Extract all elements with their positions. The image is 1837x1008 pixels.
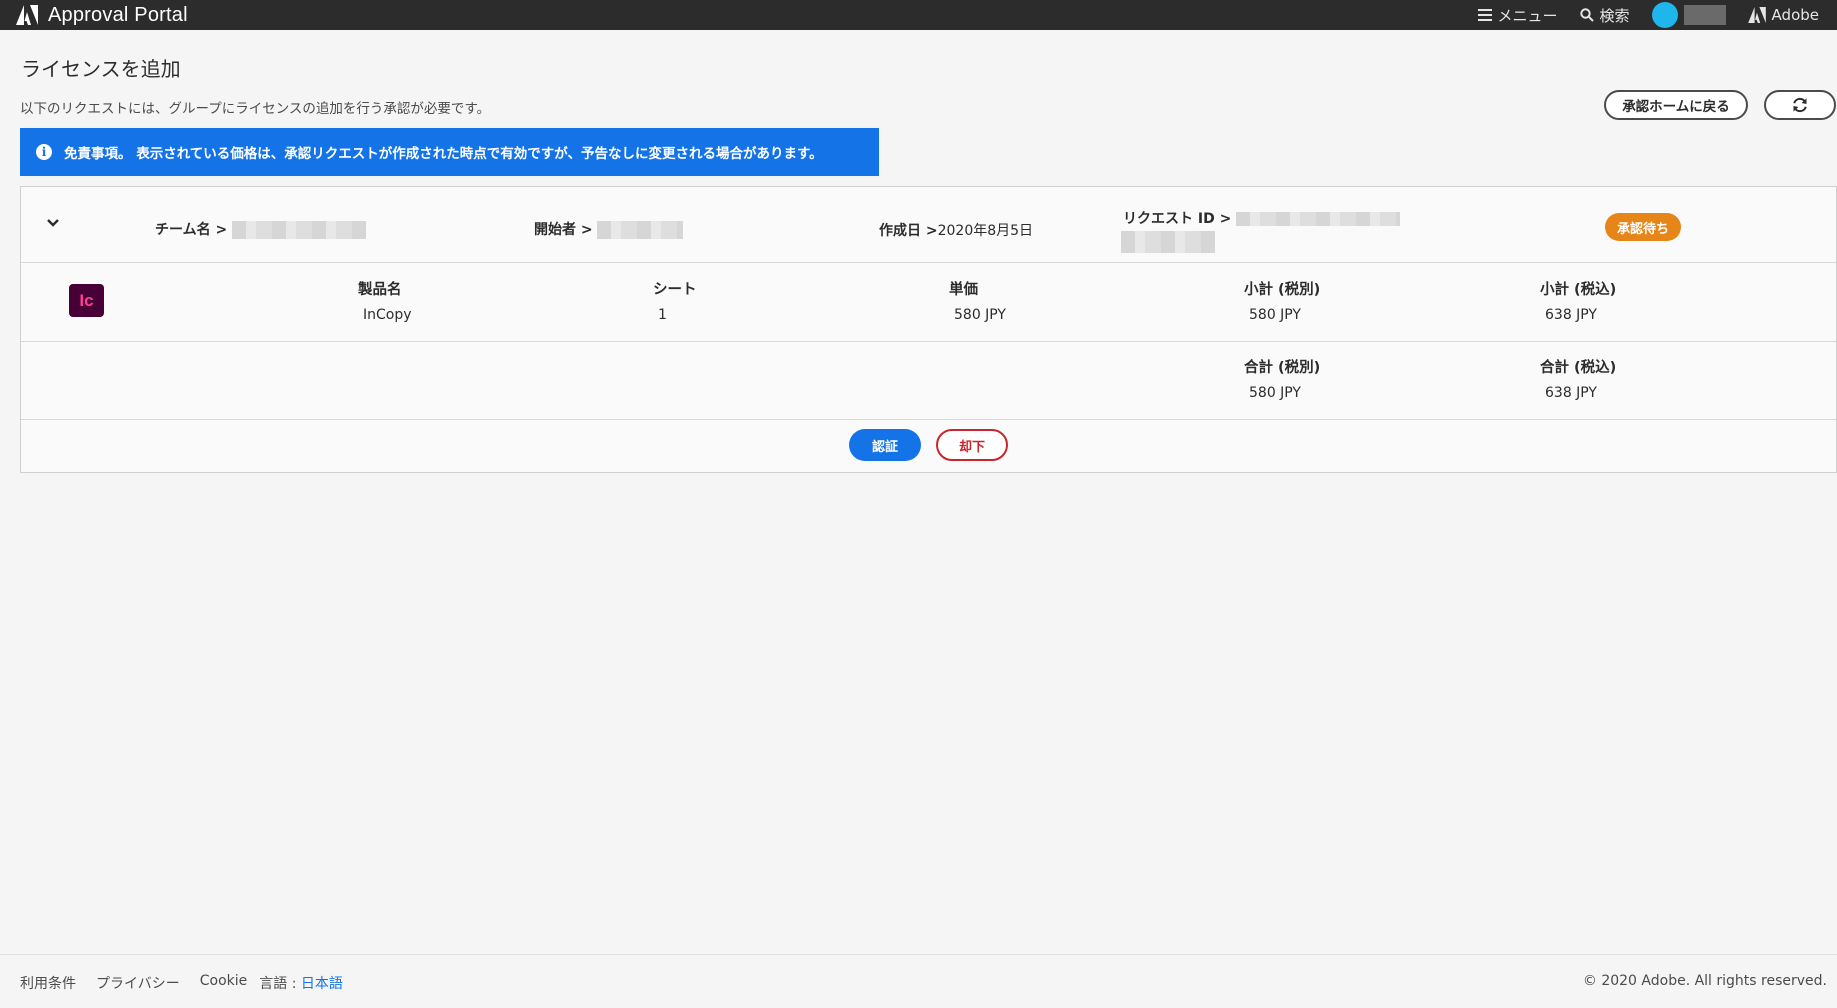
user-name-redacted: [1683, 5, 1726, 25]
product-name-value: InCopy: [363, 307, 412, 323]
product-row: Ic 製品名 InCopy シート 1 単価 580 JPY 小計 (税別) 5…: [21, 263, 1836, 342]
top-bar: Approval Portal メニュー 検索 Adobe: [0, 0, 1837, 30]
subtotal-excl-value: 580 JPY: [1249, 307, 1301, 323]
created-date-label: 作成日 >: [879, 223, 938, 239]
total-incl-value: 638 JPY: [1545, 385, 1597, 401]
app-title: Approval Portal: [48, 3, 188, 26]
adobe-logo-small-icon: [1747, 7, 1766, 23]
request-id-label: リクエスト ID >: [1123, 211, 1232, 227]
request-header: チーム名 > 開始者 > 作成日 >2020年8月5日 リクエスト ID > 承…: [21, 187, 1836, 263]
page-title: ライセンスを追加: [21, 57, 181, 81]
subtotal-excl-header: 小計 (税別): [1244, 282, 1321, 298]
back-to-approvals-button[interactable]: 承認ホームに戻る: [1604, 90, 1748, 120]
search-label: 検索: [1599, 6, 1630, 25]
brand[interactable]: Approval Portal: [16, 0, 188, 30]
cookie-link[interactable]: Cookie: [200, 973, 248, 993]
avatar: [1651, 2, 1678, 28]
product-name-header: 製品名: [358, 282, 402, 298]
subtotal-incl-value: 638 JPY: [1545, 307, 1597, 323]
refresh-button[interactable]: [1764, 90, 1836, 120]
approve-button[interactable]: 認証: [849, 429, 921, 461]
disclaimer-banner: i 免責事項。 表示されている価格は、承認リクエストが作成された時点で有効ですが…: [20, 128, 879, 176]
refresh-icon: [1793, 97, 1807, 113]
unit-price-value: 580 JPY: [954, 307, 1006, 323]
adobe-link[interactable]: Adobe: [1747, 6, 1819, 24]
team-name-label: チーム名 >: [155, 222, 228, 238]
initiator-redacted: [597, 221, 684, 239]
language-selector[interactable]: 言語 : 日本語: [259, 973, 343, 993]
created-date-field: 作成日 >2020年8月5日: [879, 220, 1033, 240]
incopy-app-icon: Ic: [69, 284, 104, 317]
total-excl-header: 合計 (税別): [1244, 360, 1321, 376]
footer-links: 利用条件 プライバシー Cookie 言語 : 日本語: [20, 973, 343, 993]
language-value[interactable]: 日本語: [301, 976, 343, 992]
reject-button[interactable]: 却下: [936, 429, 1008, 461]
info-icon: i: [36, 144, 52, 160]
seats-value: 1: [658, 307, 667, 323]
search-button[interactable]: 検索: [1579, 5, 1630, 26]
top-nav: メニュー 検索 Adobe: [1477, 0, 1819, 30]
total-excl-value: 580 JPY: [1249, 385, 1301, 401]
request-id-redacted: [1236, 212, 1401, 226]
copyright: © 2020 Adobe. All rights reserved.: [1582, 973, 1827, 989]
page-subtitle: 以下のリクエストには、グループにライセンスの追加を行う承認が必要です。: [20, 101, 491, 117]
request-id-field: リクエスト ID >: [1123, 208, 1401, 228]
status-badge: 承認待ち: [1605, 213, 1681, 241]
initiator-label: 開始者 >: [534, 222, 593, 238]
privacy-link[interactable]: プライバシー: [96, 973, 180, 993]
footer: 利用条件 プライバシー Cookie 言語 : 日本語 © 2020 Adobe…: [0, 954, 1837, 1008]
request-card: チーム名 > 開始者 > 作成日 >2020年8月5日 リクエスト ID > 承…: [20, 186, 1837, 473]
team-name-redacted: [232, 221, 367, 239]
menu-button[interactable]: メニュー: [1477, 5, 1558, 26]
subtotal-incl-header: 小計 (税込): [1540, 282, 1617, 298]
language-label: 言語 :: [259, 976, 297, 992]
request-id-redacted-line2: [1121, 231, 1215, 253]
action-bar: 認証 却下: [21, 419, 1836, 473]
team-name-field: チーム名 >: [155, 219, 367, 239]
hamburger-icon: [1477, 9, 1492, 21]
adobe-label: Adobe: [1771, 6, 1819, 24]
adobe-logo-icon: [16, 5, 38, 25]
user-menu[interactable]: [1651, 2, 1726, 28]
chevron-down-icon[interactable]: [45, 215, 61, 231]
terms-link[interactable]: 利用条件: [20, 973, 76, 993]
initiator-field: 開始者 >: [534, 219, 684, 239]
total-incl-header: 合計 (税込): [1540, 360, 1617, 376]
totals-row: 合計 (税別) 580 JPY 合計 (税込) 638 JPY: [21, 342, 1836, 420]
seats-header: シート: [653, 282, 697, 298]
menu-label: メニュー: [1497, 6, 1558, 25]
disclaimer-text: 免責事項。 表示されている価格は、承認リクエストが作成された時点で有効ですが、予…: [64, 146, 823, 162]
search-icon: [1579, 8, 1594, 22]
created-date-value: 2020年8月5日: [937, 223, 1034, 239]
unit-price-header: 単価: [949, 282, 978, 298]
